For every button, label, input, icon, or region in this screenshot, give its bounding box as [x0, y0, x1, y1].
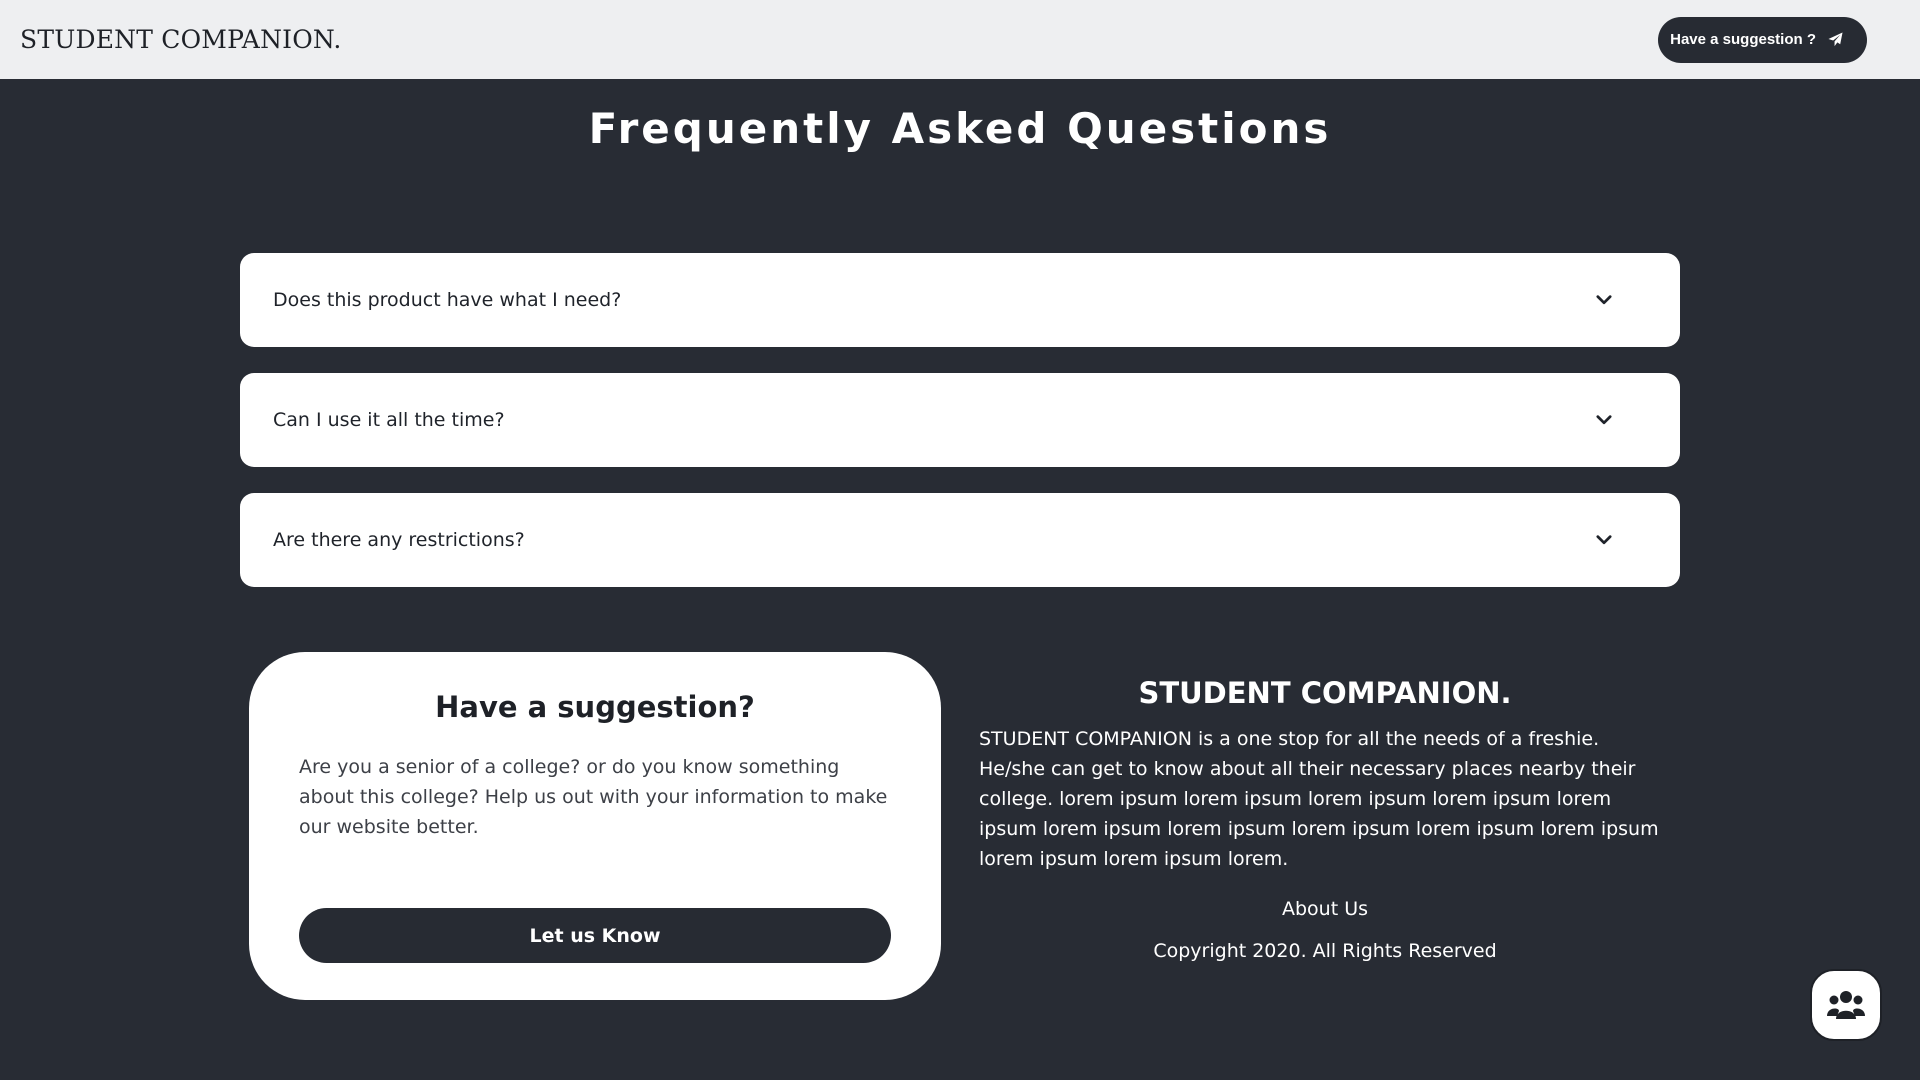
chevron-down-icon[interactable] [1595, 531, 1613, 549]
suggestion-card: Have a suggestion? Are you a senior of a… [249, 652, 941, 1000]
faq-item-2[interactable]: Can I use it all the time? [240, 373, 1680, 467]
users-icon [1827, 991, 1865, 1019]
copyright-text: Copyright 2020. All Rights Reserved [1153, 940, 1497, 962]
faq-item-3[interactable]: Are there any restrictions? [240, 493, 1680, 587]
community-fab-button[interactable] [1810, 969, 1882, 1041]
chevron-down-icon[interactable] [1595, 411, 1613, 429]
suggestion-card-title: Have a suggestion? [435, 690, 755, 724]
footer-info: STUDENT COMPANION. STUDENT COMPANION is … [979, 676, 1671, 962]
about-us-link[interactable]: About Us [979, 898, 1671, 920]
paper-plane-icon [1828, 32, 1843, 47]
suggestion-card-text: Are you a senior of a college? or do you… [299, 756, 888, 838]
top-navbar: STUDENT COMPANION. Have a suggestion ? [0, 0, 1920, 79]
faq-question: Can I use it all the time? [273, 409, 505, 431]
have-suggestion-label: Have a suggestion ? [1670, 31, 1816, 48]
have-suggestion-button[interactable]: Have a suggestion ? [1658, 16, 1867, 63]
let-us-know-button[interactable]: Let us Know [299, 908, 891, 963]
brand-logo[interactable]: STUDENT COMPANION. [20, 25, 342, 54]
chevron-down-icon[interactable] [1595, 291, 1613, 309]
footer-title: STUDENT COMPANION. [1138, 676, 1512, 710]
faq-question: Does this product have what I need? [273, 289, 622, 311]
footer-description: STUDENT COMPANION is a one stop for all … [979, 728, 1659, 870]
faq-question: Are there any restrictions? [273, 529, 525, 551]
faq-title: Frequently Asked Questions [588, 104, 1332, 153]
faq-item-1[interactable]: Does this product have what I need? [240, 253, 1680, 347]
